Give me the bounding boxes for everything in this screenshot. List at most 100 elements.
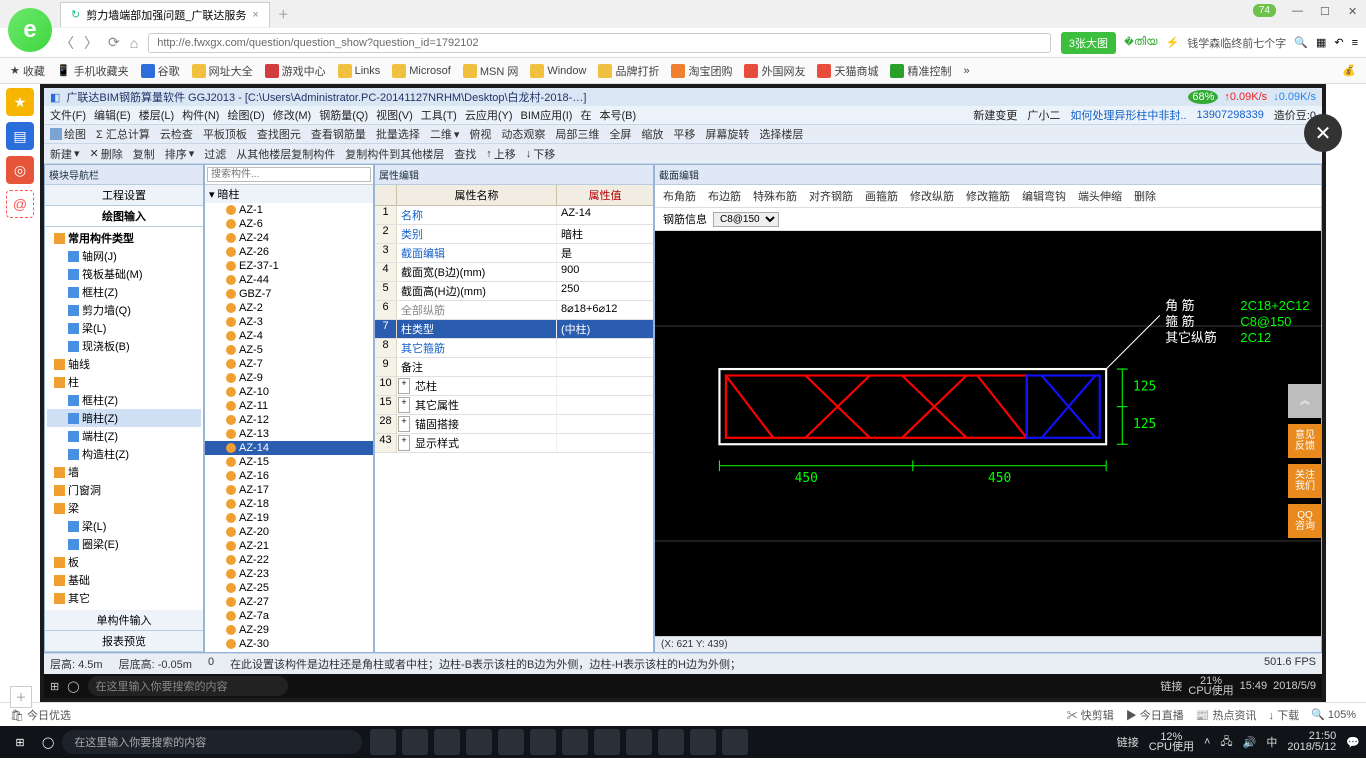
tree-item[interactable]: 常用构件类型 xyxy=(47,229,201,247)
property-expander[interactable]: 10+芯柱 xyxy=(375,377,653,396)
tree-item[interactable]: 圈梁(E) xyxy=(47,535,201,553)
tray-net-icon[interactable]: 🖧 xyxy=(1220,733,1232,752)
property-row[interactable]: 3截面编辑是 xyxy=(375,244,653,263)
update-badge[interactable]: 74 xyxy=(1253,4,1276,17)
bookmark-item[interactable]: 天猫商城 xyxy=(817,63,878,79)
browser-logo-icon[interactable]: e xyxy=(8,8,52,52)
tb-floor-sel[interactable]: 选择楼层 xyxy=(759,126,803,142)
property-row[interactable]: 4截面宽(B边)(mm)900 xyxy=(375,263,653,282)
az-item[interactable]: AZ-10 xyxy=(205,385,373,399)
az-item[interactable]: AZ-7 xyxy=(205,357,373,371)
component-tree[interactable]: 常用构件类型轴网(J)筏板基础(M)框柱(Z)剪力墙(Q)梁(L)现浇板(B)轴… xyxy=(45,227,203,610)
tree-item[interactable]: 柱 xyxy=(47,373,201,391)
tree-item[interactable]: 轴线 xyxy=(47,355,201,373)
lb-item[interactable]: 📰 热点资讯 xyxy=(1196,707,1257,723)
flash-icon[interactable]: ⚡ xyxy=(1166,36,1180,49)
menu-item[interactable]: 绘图(D) xyxy=(227,107,264,123)
tb-copyto[interactable]: 复制构件到其他楼层 xyxy=(345,146,444,162)
sec-tab[interactable]: 布角筋 xyxy=(663,188,696,204)
window-close-icon[interactable]: ✕ xyxy=(1348,5,1360,17)
rail-weibo-icon[interactable]: ◎ xyxy=(6,156,34,184)
tb-2d[interactable]: 二维 ▾ xyxy=(430,126,460,142)
qq-consult-button[interactable]: QQ咨询 xyxy=(1288,504,1322,538)
tb-find[interactable]: 查找图元 xyxy=(257,126,301,142)
lb-item[interactable]: ↓ 下载 xyxy=(1269,707,1300,723)
az-item[interactable]: AZ-27 xyxy=(205,595,373,609)
sec-tab[interactable]: 端头伸缩 xyxy=(1078,188,1122,204)
list-group-header[interactable]: ▾ 暗柱 xyxy=(205,185,373,203)
menu-item[interactable]: 云应用(Y) xyxy=(465,107,513,123)
az-item[interactable]: AZ-17 xyxy=(205,483,373,497)
cortana-icon[interactable]: ◯ xyxy=(42,736,54,749)
az-item[interactable]: AZ-11 xyxy=(205,399,373,413)
inner-cortana-icon[interactable]: ◯ xyxy=(67,680,79,693)
tree-item[interactable]: 轴网(J) xyxy=(47,247,201,265)
tree-item[interactable]: 门窗洞 xyxy=(47,481,201,499)
az-item[interactable]: AZ-1 xyxy=(205,203,373,217)
az-item[interactable]: AZ-15 xyxy=(205,455,373,469)
share-icon[interactable]: �തിയ xyxy=(1124,36,1158,49)
tree-item[interactable]: 其它 xyxy=(47,589,201,607)
reload-icon[interactable]: ⟳ xyxy=(108,34,120,51)
bookmark-item[interactable]: 📱 手机收藏夹 xyxy=(57,63,129,79)
az-item[interactable]: AZ-5 xyxy=(205,343,373,357)
tb-link2[interactable]: 链接 xyxy=(1117,734,1139,750)
property-row[interactable]: 6全部纵筋8⌀18+6⌀12 xyxy=(375,301,653,320)
bookmark-item[interactable]: Microsof xyxy=(392,64,451,78)
tb-search[interactable]: 查找 xyxy=(454,146,476,162)
new-change-button[interactable]: 新建变更 xyxy=(973,107,1017,123)
tree-item[interactable]: 梁(L) xyxy=(47,517,201,535)
bookmark-item[interactable]: 网址大全 xyxy=(192,63,253,79)
tree-item[interactable]: 端柱(Z) xyxy=(47,427,201,445)
back-icon[interactable]: 〈 xyxy=(60,33,74,53)
az-item[interactable]: AZ-14 xyxy=(205,441,373,455)
tree-item[interactable]: 梁(L) xyxy=(47,319,201,337)
edge-icon[interactable] xyxy=(434,729,460,755)
phone-label[interactable]: 13907298339 xyxy=(1197,109,1264,121)
component-search-input[interactable] xyxy=(207,167,371,182)
extension-icon[interactable]: ▦ xyxy=(1316,36,1326,49)
az-item[interactable]: AZ-12 xyxy=(205,413,373,427)
menu-item[interactable]: 楼层(L) xyxy=(139,107,174,123)
az-item[interactable]: AZ-44 xyxy=(205,273,373,287)
az-item[interactable]: AZ-9 xyxy=(205,371,373,385)
tree-item[interactable]: 墙 xyxy=(47,463,201,481)
menu-item[interactable]: 工具(T) xyxy=(421,107,457,123)
zoom-label[interactable]: 🔍 105% xyxy=(1311,708,1356,721)
store-icon[interactable] xyxy=(498,729,524,755)
tb-slab[interactable]: 平板顶板 xyxy=(203,126,247,142)
menu-icon[interactable]: ≡ xyxy=(1352,37,1358,49)
tab-close-icon[interactable]: × xyxy=(252,9,258,21)
tree-item[interactable]: 剪力墙(Q) xyxy=(47,301,201,319)
tb-filter[interactable]: 过滤 xyxy=(204,146,226,162)
tb-full[interactable]: 全屏 xyxy=(609,126,631,142)
bookmark-item[interactable]: 品牌打折 xyxy=(598,63,659,79)
rail-doc-icon[interactable]: ▤ xyxy=(6,122,34,150)
tree-item[interactable]: 梁 xyxy=(47,499,201,517)
property-row[interactable]: 5截面高(H边)(mm)250 xyxy=(375,282,653,301)
az-item[interactable]: EZ-37-1 xyxy=(205,259,373,273)
nav-tab-settings[interactable]: 工程设置 xyxy=(45,185,203,206)
az-item[interactable]: AZ-21 xyxy=(205,539,373,553)
ggj-icon[interactable] xyxy=(658,729,684,755)
tray-clock[interactable]: 21:502018/5/12 xyxy=(1287,731,1336,753)
bookmark-item[interactable]: 精准控制 xyxy=(890,63,951,79)
today-rec[interactable]: 🛍 今日优选 xyxy=(10,707,71,723)
user-label[interactable]: 广小二 xyxy=(1027,107,1060,123)
az-item[interactable]: GBZ-7 xyxy=(205,287,373,301)
tray-notif-icon[interactable]: 💬 xyxy=(1346,736,1360,749)
tb-pan[interactable]: 平移 xyxy=(673,126,695,142)
tray-ime[interactable]: 中 xyxy=(1266,734,1277,750)
minimize-icon[interactable]: — xyxy=(1292,5,1304,17)
az-item[interactable]: AZ-7a xyxy=(205,609,373,623)
bookmark-item[interactable]: 谷歌 xyxy=(141,63,180,79)
bookmark-item[interactable]: 游戏中心 xyxy=(265,63,326,79)
az-item[interactable]: AZ-24 xyxy=(205,231,373,245)
nav-tab-report[interactable]: 报表预览 xyxy=(45,631,203,652)
az-item[interactable]: AZ-23 xyxy=(205,567,373,581)
menu-item[interactable]: BIM应用(I) xyxy=(521,107,573,123)
360-icon[interactable] xyxy=(626,729,652,755)
tb-sum[interactable]: Σ 汇总计算 xyxy=(96,126,150,142)
tree-item[interactable]: 暗柱(Z) xyxy=(47,409,201,427)
tb-up[interactable]: ↑ 上移 xyxy=(486,146,516,162)
